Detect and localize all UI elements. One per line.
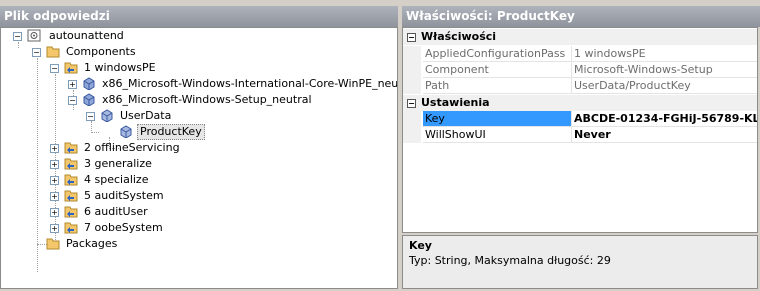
minus-box-icon[interactable]: − — [86, 112, 95, 121]
plus-box-icon[interactable]: + — [50, 192, 59, 201]
property-value: 1 windowsPE — [571, 46, 757, 62]
configuration-pass-icon — [64, 221, 78, 234]
property-name: Key — [423, 111, 571, 127]
property-name: Path — [423, 78, 571, 94]
property-row-willshowui[interactable]: WillShowUI Never — [403, 127, 757, 143]
tree-node-pass[interactable]: + 6 auditUser — [46, 204, 346, 220]
tree-node-pass[interactable]: + 5 auditSystem — [46, 188, 346, 204]
property-name: Component — [423, 62, 571, 78]
configuration-pass-icon — [64, 173, 78, 186]
tree-node-windows-setup[interactable]: − x86_Microsoft-Windows-Setup_neutral — [64, 92, 394, 108]
minus-box-icon[interactable]: − — [68, 96, 77, 105]
tree-node-label: Packages — [66, 237, 118, 250]
tree-node-label-selected: ProductKey — [137, 124, 205, 140]
component-cube-icon — [100, 109, 114, 123]
description-title: Key — [409, 239, 432, 252]
property-row[interactable]: AppliedConfigurationPass 1 windowsPE — [403, 46, 757, 62]
folder-icon — [46, 45, 60, 58]
minus-box-icon[interactable]: − — [407, 99, 416, 108]
configuration-pass-icon — [64, 61, 78, 74]
property-name: AppliedConfigurationPass — [423, 46, 571, 62]
tree-node-label: x86_Microsoft-Windows-International-Core… — [102, 77, 398, 90]
category-label: Ustawienia — [421, 96, 490, 109]
tree-node-productkey[interactable]: ProductKey — [119, 124, 319, 140]
tree-node-label: 4 specialize — [84, 173, 149, 186]
tree-node-pass[interactable]: + 3 generalize — [46, 156, 346, 172]
property-row[interactable]: Path UserData/ProductKey — [403, 78, 757, 94]
configuration-pass-icon — [64, 141, 78, 154]
product-key-field[interactable]: ABCDE-01234-FGHiJ-56789-KLMNO — [571, 111, 757, 127]
minus-box-icon[interactable]: − — [32, 48, 41, 57]
tree-node-label: Components — [66, 45, 136, 58]
tree-node-label: autounattend — [49, 29, 124, 42]
answer-file-pane-title: Plik odpowiedzi — [0, 6, 398, 27]
properties-pane-title: Właściwości: ProductKey — [402, 6, 760, 27]
category-properties[interactable]: − Właściwości — [403, 29, 757, 45]
property-row[interactable]: Component Microsoft-Windows-Setup — [403, 62, 757, 78]
property-description: Key Typ: String, Maksymalna długość: 29 — [402, 235, 758, 289]
tree-node-label: 2 offlineServicing — [84, 141, 180, 154]
plus-box-icon[interactable]: + — [50, 144, 59, 153]
plus-box-icon[interactable]: + — [50, 224, 59, 233]
tree-node-label: 6 auditUser — [84, 205, 148, 218]
answer-file-tree[interactable]: − autounattend − Components − 1 windowsP… — [0, 27, 398, 289]
minus-box-icon[interactable]: − — [50, 64, 59, 73]
component-cube-icon — [119, 125, 133, 139]
plus-box-icon[interactable]: + — [50, 160, 59, 169]
tree-node-label: 5 auditSystem — [84, 189, 164, 202]
category-label: Właściwości — [421, 30, 497, 43]
plus-box-icon[interactable]: + — [50, 176, 59, 185]
property-row-key[interactable]: Key ABCDE-01234-FGHiJ-56789-KLMNO — [403, 111, 757, 127]
answer-file-icon — [27, 29, 41, 42]
properties-grid[interactable]: − Właściwości AppliedConfigurationPass 1… — [402, 27, 758, 233]
tree-node-userdata[interactable]: − UserData — [82, 108, 382, 124]
configuration-pass-icon — [64, 189, 78, 202]
tree-node-label: 7 oobeSystem — [84, 221, 163, 234]
tree-node-pass[interactable]: + 7 oobeSystem — [46, 220, 346, 236]
component-cube-icon — [82, 77, 96, 91]
property-value: UserData/ProductKey — [571, 78, 757, 94]
tree-node-root[interactable]: − autounattend — [9, 28, 389, 44]
tree-node-components[interactable]: − Components — [28, 44, 388, 60]
minus-box-icon[interactable]: − — [407, 33, 416, 42]
tree-node-pass[interactable]: + 2 offlineServicing — [46, 140, 346, 156]
property-value: Microsoft-Windows-Setup — [571, 62, 757, 78]
category-settings[interactable]: − Ustawienia — [403, 95, 757, 111]
tree-node-label: UserData — [120, 109, 172, 122]
tree-node-packages[interactable]: Packages — [46, 236, 346, 252]
plus-box-icon[interactable]: + — [50, 208, 59, 217]
tree-node-label: 3 generalize — [84, 157, 152, 170]
tree-node-international-core[interactable]: + x86_Microsoft-Windows-International-Co… — [64, 76, 397, 92]
minus-box-icon[interactable]: − — [13, 32, 22, 41]
configuration-pass-icon — [64, 157, 78, 170]
property-name: WillShowUI — [423, 127, 571, 143]
component-cube-icon — [82, 93, 96, 107]
tree-node-pass[interactable]: + 4 specialize — [46, 172, 346, 188]
description-text: Typ: String, Maksymalna długość: 29 — [409, 254, 611, 267]
tree-node-windowspe[interactable]: − 1 windowsPE — [46, 60, 386, 76]
willshowui-field[interactable]: Never — [571, 127, 757, 143]
tree-node-label: x86_Microsoft-Windows-Setup_neutral — [102, 93, 312, 106]
tree-node-label: 1 windowsPE — [84, 61, 156, 74]
configuration-pass-icon — [64, 205, 78, 218]
folder-icon — [46, 237, 60, 250]
plus-box-icon[interactable]: + — [68, 80, 77, 89]
